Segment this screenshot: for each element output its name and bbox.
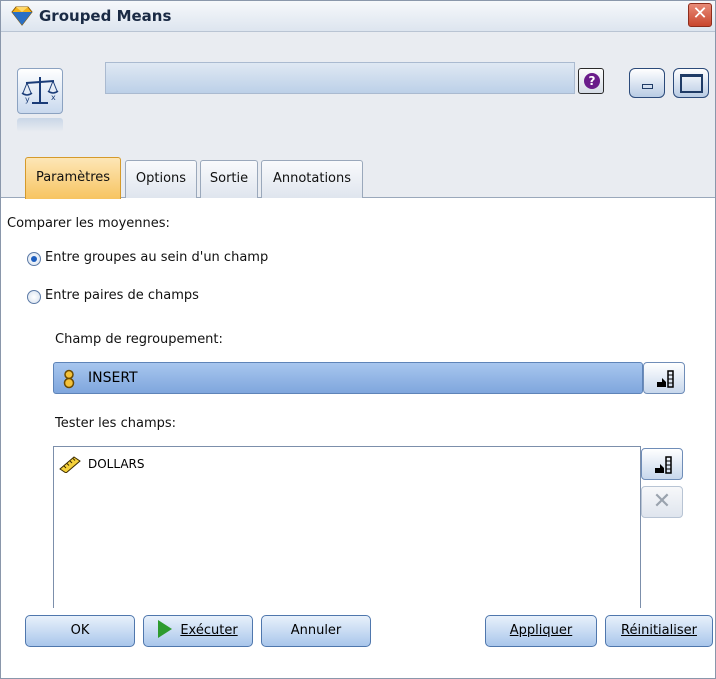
- radio-field-pairs-indicator[interactable]: [27, 290, 41, 304]
- settings-panel: Comparer les moyennes: Entre groupes au …: [1, 198, 715, 610]
- minimize-icon: [642, 84, 653, 89]
- spss-diamond-icon: [11, 6, 33, 26]
- radio-field-pairs-label[interactable]: Entre paires de champs: [45, 288, 199, 303]
- cancel-button[interactable]: Annuler: [261, 615, 371, 647]
- minimize-button[interactable]: [629, 68, 665, 98]
- compare-means-label: Comparer les moyennes:: [7, 216, 170, 231]
- grouping-field-picker-button[interactable]: [643, 362, 685, 394]
- field-picker-icon: [657, 370, 674, 388]
- reset-button[interactable]: Réinitialiser: [605, 615, 713, 647]
- field-picker-icon: [655, 456, 672, 474]
- grouping-field-value: INSERT: [88, 370, 138, 386]
- close-icon: ✕: [692, 3, 708, 24]
- test-field-name: DOLLARS: [88, 457, 145, 471]
- node-name-field[interactable]: [105, 62, 575, 94]
- run-play-icon: [158, 620, 173, 638]
- flag-field-icon: [62, 369, 76, 389]
- cancel-button-label: Annuler: [290, 623, 342, 638]
- svg-text:y: y: [25, 95, 30, 104]
- svg-text:x: x: [51, 93, 56, 102]
- tab-sortie[interactable]: Sortie: [200, 160, 258, 198]
- maximize-icon: [680, 74, 703, 93]
- dialog-footer: OK Exécuter Annuler Appliquer Réinitiali…: [1, 608, 715, 678]
- balance-scale-icon: y x: [17, 68, 63, 114]
- node-icon-reflection: [17, 118, 63, 132]
- help-icon: ?: [584, 73, 600, 89]
- remove-field-button[interactable]: ✕: [641, 486, 683, 518]
- ok-button[interactable]: OK: [25, 615, 135, 647]
- test-fields-list[interactable]: DOLLARS: [53, 446, 641, 610]
- radio-within-groups-label[interactable]: Entre groupes au sein d'un champ: [45, 250, 268, 265]
- tab-bar: Paramètres Options Sortie Annotations: [1, 152, 715, 199]
- close-button[interactable]: ✕: [688, 3, 712, 27]
- title-bar[interactable]: Grouped Means ✕: [1, 1, 715, 32]
- tab-parametres[interactable]: Paramètres: [25, 157, 121, 199]
- grouping-field-select[interactable]: INSERT: [53, 362, 643, 394]
- apply-button[interactable]: Appliquer: [485, 615, 597, 647]
- ruler-continuous-icon: [58, 455, 82, 477]
- apply-button-label: Appliquer: [509, 623, 573, 638]
- reset-button-label: Réinitialiser: [621, 623, 697, 638]
- test-fields-picker-button[interactable]: [641, 448, 683, 480]
- run-button[interactable]: Exécuter: [143, 615, 253, 647]
- radio-within-groups-indicator[interactable]: [27, 252, 41, 266]
- test-fields-label: Tester les champs:: [55, 416, 177, 431]
- grouped-means-dialog: Grouped Means ✕ y x ? Paramètres Options…: [0, 0, 716, 679]
- window-title: Grouped Means: [39, 7, 172, 25]
- help-button[interactable]: ?: [578, 68, 604, 94]
- node-header: y x ?: [1, 32, 715, 152]
- maximize-button[interactable]: [673, 68, 709, 98]
- ok-button-label: OK: [70, 623, 90, 638]
- grouping-field-label: Champ de regroupement:: [55, 332, 223, 347]
- delete-x-icon: ✕: [652, 489, 672, 514]
- tab-options[interactable]: Options: [125, 160, 197, 198]
- tab-annotations[interactable]: Annotations: [261, 160, 363, 198]
- run-button-label: Exécuter: [180, 623, 238, 638]
